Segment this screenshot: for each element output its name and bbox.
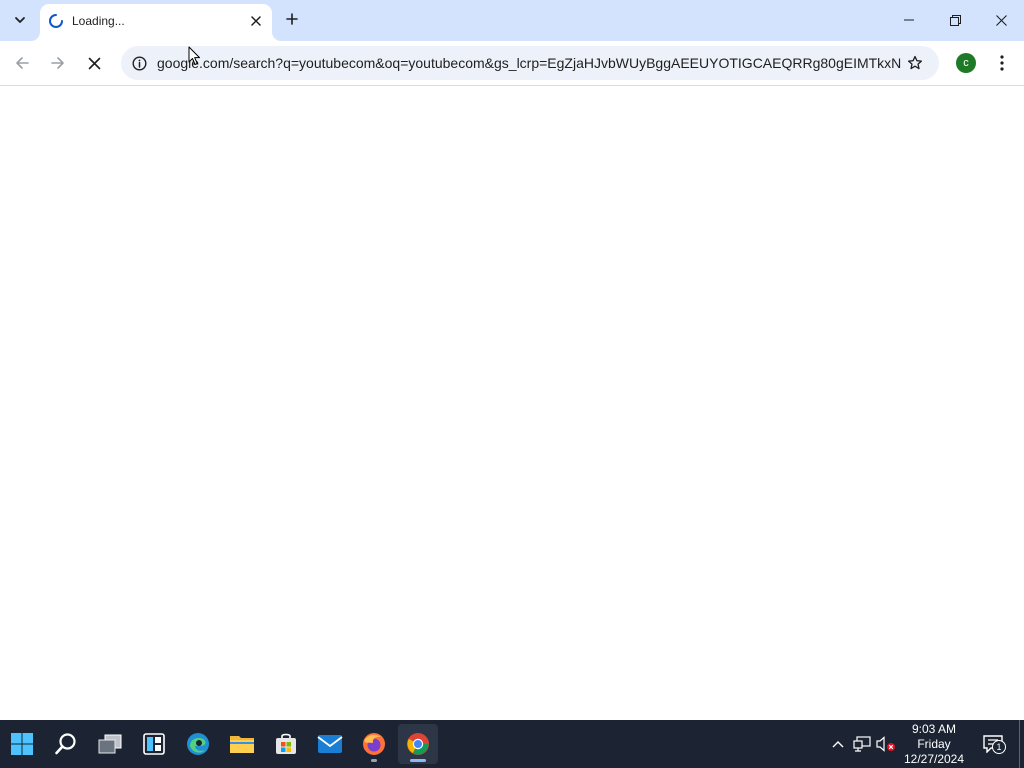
arrow-left-icon xyxy=(16,57,29,69)
volume-tray-button[interactable] xyxy=(874,732,898,756)
taskbar-search-button[interactable] xyxy=(46,724,86,764)
profile-avatar-button[interactable]: c xyxy=(956,53,976,73)
tab-title: Loading... xyxy=(72,14,125,28)
network-tray-button[interactable] xyxy=(850,732,874,756)
info-icon xyxy=(131,55,147,71)
taskbar: 9:03 AM Friday 12/27/2024 1 xyxy=(0,720,1024,768)
task-view-button[interactable] xyxy=(90,724,130,764)
loading-spinner-icon xyxy=(49,14,63,28)
plus-icon xyxy=(286,13,298,25)
active-indicator xyxy=(410,759,426,762)
widgets-icon xyxy=(143,733,165,755)
store-bag-icon xyxy=(276,733,296,754)
edge-browser-icon xyxy=(187,733,209,755)
windows-logo-icon xyxy=(11,733,33,755)
chrome-app-button[interactable] xyxy=(398,724,438,764)
widgets-button[interactable] xyxy=(134,724,174,764)
close-icon xyxy=(995,14,1007,26)
tab-search-button[interactable] xyxy=(6,6,34,34)
chevron-down-icon xyxy=(15,17,25,23)
star-outline-icon xyxy=(907,55,923,70)
running-indicator xyxy=(371,759,377,762)
search-icon xyxy=(55,733,76,755)
stop-loading-button[interactable] xyxy=(79,48,109,78)
firefox-app-button[interactable] xyxy=(354,724,394,764)
task-view-icon xyxy=(98,734,122,754)
restore-icon xyxy=(949,14,961,26)
network-icon xyxy=(853,736,871,752)
forward-button[interactable] xyxy=(43,48,73,78)
firefox-browser-icon xyxy=(363,733,385,755)
microsoft-store-app-button[interactable] xyxy=(266,724,306,764)
show-hidden-icons-button[interactable] xyxy=(826,732,850,756)
restore-button[interactable] xyxy=(932,0,978,40)
mail-envelope-icon xyxy=(317,735,343,753)
minimize-icon xyxy=(904,19,914,21)
mouse-cursor-icon xyxy=(188,46,200,65)
browser-tab[interactable]: Loading... xyxy=(40,4,272,41)
site-info-button[interactable] xyxy=(127,51,151,75)
notification-count-badge: 1 xyxy=(992,740,1006,754)
taskbar-clock[interactable]: 9:03 AM Friday 12/27/2024 xyxy=(898,722,970,767)
clock-time: 9:03 AM xyxy=(911,722,957,736)
bookmark-button[interactable] xyxy=(902,51,928,75)
minimize-button[interactable] xyxy=(886,0,932,40)
address-bar[interactable]: google.com/search?q=youtubecom&oq=youtub… xyxy=(121,46,939,80)
back-button[interactable] xyxy=(7,48,37,78)
folder-icon xyxy=(230,736,254,753)
mail-app-button[interactable] xyxy=(310,724,350,764)
chevron-up-icon xyxy=(832,741,844,748)
new-tab-button[interactable] xyxy=(280,7,304,31)
clock-day: Friday xyxy=(917,737,951,751)
file-explorer-app-button[interactable] xyxy=(222,724,262,764)
chrome-browser-icon xyxy=(407,733,429,755)
url-text[interactable]: google.com/search?q=youtubecom&oq=youtub… xyxy=(157,55,902,71)
show-desktop-button[interactable] xyxy=(1019,720,1024,768)
close-window-button[interactable] xyxy=(978,0,1024,40)
edge-app-button[interactable] xyxy=(178,724,218,764)
start-button[interactable] xyxy=(2,724,42,764)
volume-muted-icon xyxy=(876,736,895,752)
arrow-right-icon xyxy=(51,57,64,69)
notification-center-button[interactable]: 1 xyxy=(978,730,1008,758)
close-icon xyxy=(251,16,261,26)
clock-date: 12/27/2024 xyxy=(903,752,965,766)
browser-menu-button[interactable] xyxy=(988,48,1016,78)
close-icon xyxy=(88,57,100,69)
tab-strip: Loading... xyxy=(0,0,1024,41)
tab-close-button[interactable] xyxy=(246,11,266,31)
browser-toolbar: google.com/search?q=youtubecom&oq=youtub… xyxy=(0,41,1024,86)
page-content xyxy=(0,87,1024,720)
more-vertical-icon xyxy=(1000,55,1004,71)
